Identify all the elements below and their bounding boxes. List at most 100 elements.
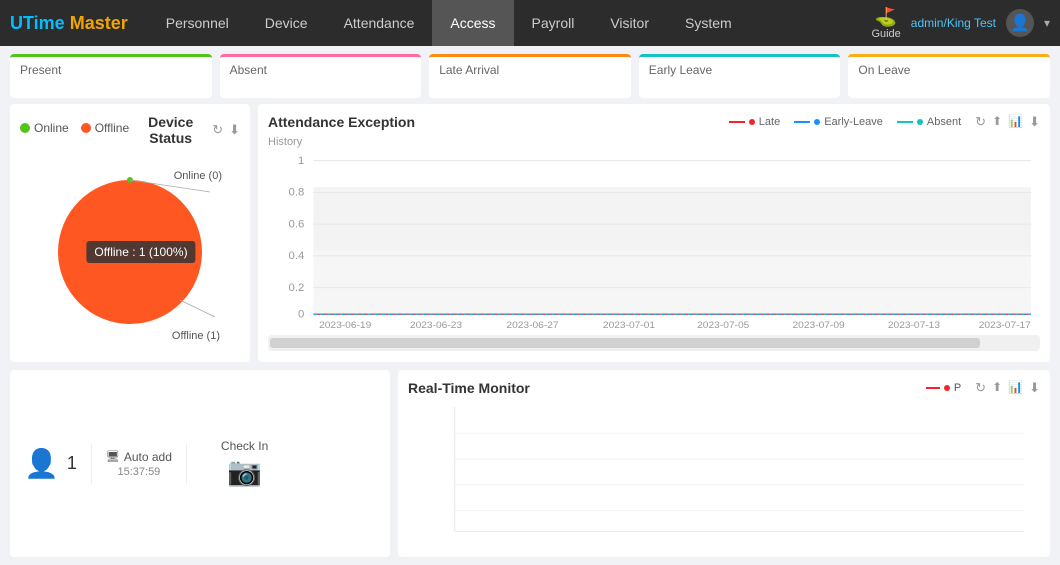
navbar: UTime Master Personnel Device Attendance…	[0, 0, 1060, 46]
realtime-title: Real-Time Monitor	[408, 380, 530, 396]
chart-scrollbar[interactable]	[268, 335, 1040, 351]
guide-icon: ⛳	[875, 7, 897, 28]
realtime-header: Real-Time Monitor P ↻ ⬆ 📊 ⬇	[408, 380, 1040, 396]
camera-icon: 📷	[227, 455, 262, 488]
svg-text:2023-07-01: 2023-07-01	[603, 320, 655, 330]
checkin-section: Check In 📷	[221, 439, 268, 488]
svg-text:2023-06-19: 2023-06-19	[319, 320, 372, 330]
device-legend: Online Offline	[20, 121, 129, 135]
attendance-chart-area: History 1 0.8 0.6 0.4 0.2 0 2023-06-19 2…	[268, 136, 1040, 336]
auto-add-label: 🖥 Auto add	[106, 450, 172, 464]
status-cards-row: Present Absent Late Arrival Early Leave …	[0, 46, 1060, 104]
person-count: 1	[67, 453, 77, 474]
nav-item-system[interactable]: System	[667, 0, 750, 46]
attendance-upload-icon[interactable]: ⬆	[992, 114, 1002, 130]
realtime-chart-icon[interactable]: 📊	[1008, 380, 1023, 396]
auto-add-text: Auto add	[124, 450, 172, 464]
legend-absent-label: Absent	[927, 116, 961, 128]
status-card-early-leave[interactable]: Early Leave	[639, 54, 841, 98]
svg-text:2023-07-09: 2023-07-09	[793, 320, 846, 330]
attendance-download-icon[interactable]: ⬇	[1029, 114, 1040, 130]
svg-text:0.2: 0.2	[289, 282, 305, 294]
svg-text:2023-07-17: 2023-07-17	[979, 320, 1031, 330]
realtime-refresh-icon[interactable]: ↻	[975, 380, 986, 396]
realtime-header-right: P ↻ ⬆ 📊 ⬇	[926, 380, 1040, 396]
pie-chart-container: Online (0) Offline (1) Offline : 1 (100%…	[20, 152, 240, 352]
logo-master: Master	[70, 13, 128, 33]
status-card-late-arrival-label: Late Arrival	[439, 63, 621, 77]
attendance-chart-icon[interactable]: 📊	[1008, 114, 1023, 130]
attendance-header: Attendance Exception Late Early-Leave	[268, 114, 1040, 130]
user-avatar[interactable]: 👤	[1006, 9, 1034, 37]
legend-absent: Absent	[897, 116, 961, 128]
status-card-on-leave-label: On Leave	[858, 63, 1040, 77]
realtime-legend: P	[926, 382, 961, 394]
attendance-refresh-icon[interactable]: ↻	[975, 114, 986, 130]
logo-u: U	[10, 13, 23, 33]
status-card-late-arrival[interactable]: Late Arrival	[429, 54, 631, 98]
nav-item-visitor[interactable]: Visitor	[592, 0, 667, 46]
realtime-download-icon[interactable]: ⬇	[1029, 380, 1040, 396]
status-card-on-leave[interactable]: On Leave	[848, 54, 1050, 98]
auto-add-icon: 🖥	[106, 450, 120, 463]
bottom-row: 👤 1 🖥 Auto add 15:37:59 Check In 📷 Real-…	[0, 370, 1060, 565]
device-refresh-icon[interactable]: ↻	[212, 122, 223, 138]
legend-dot-offline	[81, 123, 91, 133]
attendance-exception-panel: Attendance Exception Late Early-Leave	[258, 104, 1050, 362]
pie-offline-label: Offline (1)	[172, 330, 220, 342]
attendance-actions: ↻ ⬆ 📊 ⬇	[975, 114, 1040, 130]
svg-text:0.8: 0.8	[289, 187, 305, 199]
logo: UTime Master	[10, 13, 128, 34]
status-card-early-leave-label: Early Leave	[649, 63, 831, 77]
main-content: Online Offline Device Status ↻ ⬇	[0, 104, 1060, 370]
status-card-present-label: Present	[20, 63, 202, 77]
nav-item-device[interactable]: Device	[247, 0, 326, 46]
nav-item-attendance[interactable]: Attendance	[326, 0, 433, 46]
checkin-divider-2	[186, 444, 187, 484]
svg-text:2023-06-27: 2023-06-27	[506, 320, 558, 330]
legend-late-label: Late	[759, 116, 780, 128]
device-panel-header: Online Offline Device Status ↻ ⬇	[20, 114, 240, 146]
legend-offline-label: Offline	[95, 121, 129, 135]
svg-text:0.6: 0.6	[289, 219, 305, 231]
legend-early-leave: Early-Leave	[794, 116, 883, 128]
user-info[interactable]: admin/King Test	[911, 16, 996, 30]
nav-right: ⛳ Guide admin/King Test 👤 ▾	[871, 7, 1050, 40]
realtime-chart-area	[408, 402, 1040, 547]
auto-add-time: 15:37:59	[117, 466, 160, 478]
pie-online-label: Online (0)	[174, 170, 222, 182]
logo-time: Time	[23, 13, 65, 33]
legend-late: Late	[729, 116, 780, 128]
nav-item-personnel[interactable]: Personnel	[148, 0, 247, 46]
svg-text:2023-07-05: 2023-07-05	[697, 320, 750, 330]
nav-item-payroll[interactable]: Payroll	[514, 0, 593, 46]
device-status-panel: Online Offline Device Status ↻ ⬇	[10, 104, 250, 362]
svg-text:1: 1	[298, 155, 304, 167]
user-dropdown-icon[interactable]: ▾	[1044, 16, 1050, 30]
legend-offline: Offline	[81, 121, 129, 135]
guide-area[interactable]: ⛳ Guide	[871, 7, 900, 40]
legend-online-label: Online	[34, 121, 69, 135]
svg-text:2023-06-23: 2023-06-23	[410, 320, 463, 330]
svg-text:0: 0	[298, 309, 304, 321]
auto-add-section: 🖥 Auto add 15:37:59	[106, 450, 172, 478]
attendance-title: Attendance Exception	[268, 114, 415, 130]
status-card-absent[interactable]: Absent	[220, 54, 422, 98]
realtime-actions: ↻ ⬆ 📊 ⬇	[975, 380, 1040, 396]
person-count-area: 👤 1	[24, 447, 77, 480]
realtime-monitor-panel: Real-Time Monitor P ↻ ⬆ 📊 ⬇	[398, 370, 1050, 557]
history-label: History	[268, 136, 1040, 148]
realtime-upload-icon[interactable]: ⬆	[992, 380, 1002, 396]
chart-scrollbar-thumb[interactable]	[270, 338, 980, 348]
checkin-label: Check In	[221, 439, 268, 453]
attendance-legend: Late Early-Leave Absent	[729, 116, 961, 128]
legend-online: Online	[20, 121, 69, 135]
status-card-present[interactable]: Present	[10, 54, 212, 98]
status-card-absent-label: Absent	[230, 63, 412, 77]
pie-tooltip: Offline : 1 (100%)	[86, 241, 195, 263]
checkin-panel: 👤 1 🖥 Auto add 15:37:59 Check In 📷	[10, 370, 390, 557]
device-download-icon[interactable]: ⬇	[229, 122, 240, 138]
guide-label: Guide	[871, 28, 900, 40]
attendance-chart-svg: 1 0.8 0.6 0.4 0.2 0 2023-06-19 2023-06-2…	[268, 150, 1040, 330]
nav-item-access[interactable]: Access	[432, 0, 513, 46]
